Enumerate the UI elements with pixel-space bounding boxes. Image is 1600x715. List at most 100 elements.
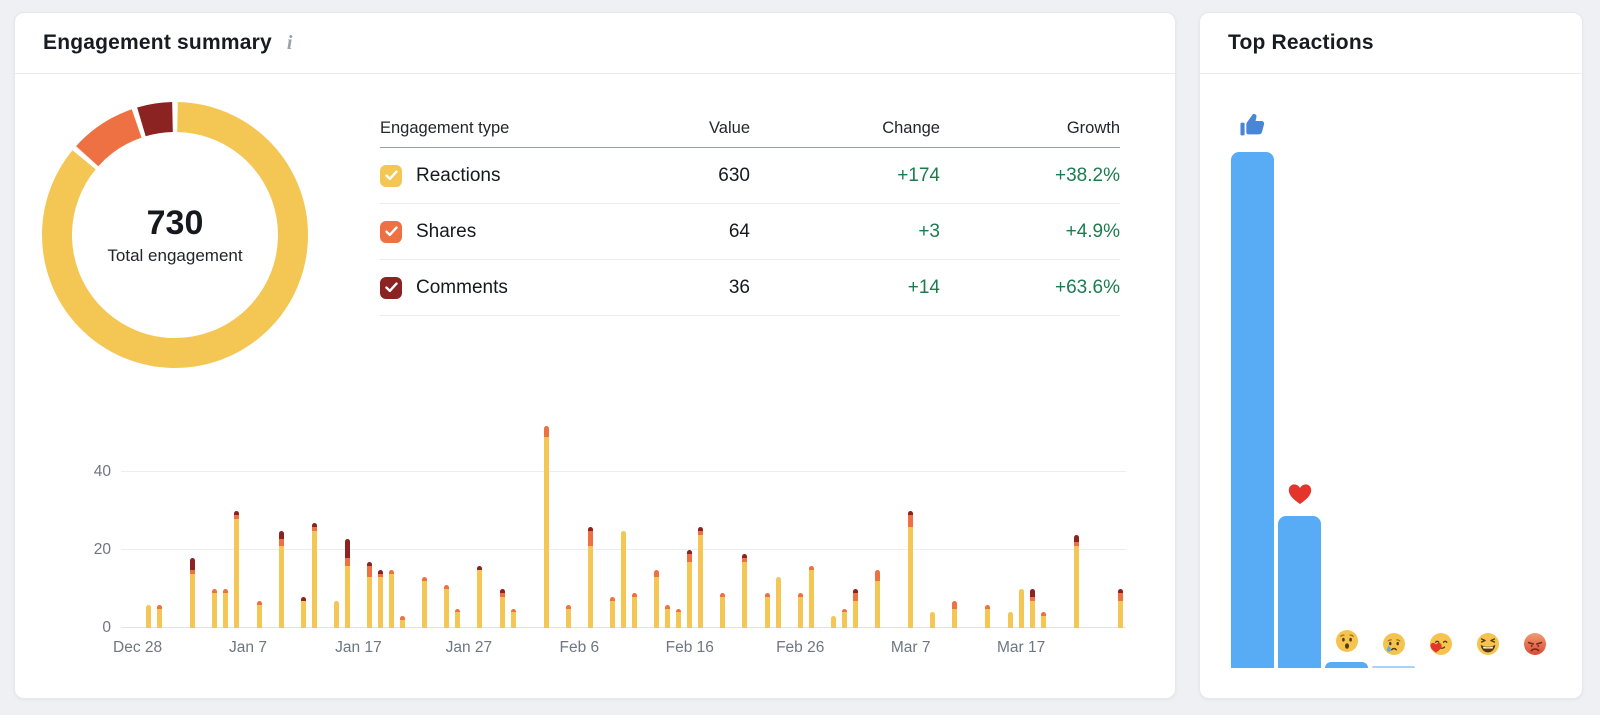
reaction-bar-wow[interactable] [1325, 662, 1368, 668]
sad-emoji-icon [1382, 632, 1406, 656]
bar-segment-reactions [798, 597, 803, 628]
engagement-bar[interactable] [610, 597, 615, 628]
growth-cell: +38.2% [940, 165, 1120, 187]
bar-segment-reactions [588, 546, 593, 628]
engagement-bar[interactable] [212, 589, 217, 628]
reaction-bar-love[interactable] [1278, 516, 1321, 668]
thumbs-up-icon [1237, 109, 1269, 141]
donut-center-text: 730 Total engagement [42, 102, 308, 368]
haha-emoji-icon [1476, 632, 1500, 656]
reaction-bar-like[interactable] [1231, 152, 1274, 668]
daily-engagement-chart[interactable]: 02040Dec 28Jan 7Jan 17Jan 27Feb 6Feb 16F… [121, 414, 1126, 628]
engagement-bar[interactable] [908, 511, 913, 628]
engagement-bar[interactable] [146, 605, 151, 628]
engagement-bar[interactable] [842, 609, 847, 628]
bar-segment-reactions [334, 601, 339, 628]
growth-cell: +63.6% [940, 277, 1120, 299]
y-axis-label: 40 [75, 463, 111, 481]
bar-segment-reactions [544, 437, 549, 628]
engagement-bar[interactable] [985, 605, 990, 628]
engagement-bar[interactable] [720, 593, 725, 628]
bar-segment-reactions [687, 562, 692, 628]
engagement-bar[interactable] [223, 589, 228, 628]
engagement-bar[interactable] [676, 609, 681, 628]
bar-segment-comments [1074, 535, 1079, 543]
engagement-bar[interactable] [1008, 612, 1013, 628]
engagement-bar[interactable] [378, 570, 383, 628]
bar-segment-reactions [477, 570, 482, 628]
engagement-bar[interactable] [1030, 589, 1035, 628]
bar-segment-comments [1030, 589, 1035, 597]
engagement-bar[interactable] [853, 589, 858, 628]
engagement-bar[interactable] [234, 511, 239, 628]
engagement-bar[interactable] [500, 589, 505, 628]
engagement-bar[interactable] [588, 527, 593, 628]
bar-segment-reactions [146, 605, 151, 628]
bar-segment-reactions [632, 597, 637, 628]
engagement-bar[interactable] [621, 531, 626, 628]
bar-segment-reactions [698, 535, 703, 628]
bar-segment-reactions [1019, 589, 1024, 628]
series-label: Reactions [416, 165, 501, 187]
engagement-bar[interactable] [400, 616, 405, 628]
bar-segment-reactions [422, 581, 427, 628]
series-checkbox-reactions[interactable] [380, 165, 402, 187]
engagement-bar[interactable] [698, 527, 703, 628]
bar-segment-reactions [1008, 612, 1013, 628]
engagement-bar[interactable] [1074, 535, 1079, 628]
engagement-bar[interactable] [544, 426, 549, 628]
engagement-bar[interactable] [477, 566, 482, 628]
engagement-bar[interactable] [776, 577, 781, 628]
bar-segment-shares [952, 601, 957, 609]
engagement-bar[interactable] [455, 609, 460, 628]
total-engagement-donut-chart[interactable]: 730 Total engagement [42, 102, 308, 368]
engagement-bar[interactable] [422, 577, 427, 628]
checkmark-icon [385, 282, 398, 293]
engagement-bar[interactable] [798, 593, 803, 628]
engagement-bar[interactable] [809, 566, 814, 628]
engagement-bar[interactable] [665, 605, 670, 628]
engagement-bar[interactable] [312, 523, 317, 628]
engagement-bar[interactable] [742, 554, 747, 628]
bar-segment-comments [345, 539, 350, 558]
engagement-bar[interactable] [765, 593, 770, 628]
reaction-bar-sad[interactable] [1372, 666, 1415, 668]
series-checkbox-shares[interactable] [380, 221, 402, 243]
angry-emoji-icon [1523, 632, 1547, 656]
engagement-bar[interactable] [257, 601, 262, 628]
reactions-card-header: Top Reactions [1200, 13, 1582, 74]
bar-segment-reactions [853, 601, 858, 628]
engagement-bar[interactable] [952, 601, 957, 628]
bar-segment-reactions [930, 612, 935, 628]
engagement-bar[interactable] [930, 612, 935, 628]
engagement-bar[interactable] [687, 550, 692, 628]
engagement-bar[interactable] [444, 585, 449, 628]
engagement-bar[interactable] [654, 570, 659, 628]
bar-segment-reactions [1074, 546, 1079, 628]
bar-segment-reactions [610, 601, 615, 628]
engagement-bar[interactable] [345, 539, 350, 628]
engagement-bar[interactable] [279, 531, 284, 628]
bar-segment-comments [279, 531, 284, 539]
engagement-bar[interactable] [334, 601, 339, 628]
engagement-bar[interactable] [1019, 589, 1024, 628]
engagement-bar[interactable] [831, 616, 836, 628]
engagement-bar[interactable] [301, 597, 306, 628]
bar-segment-reactions [223, 593, 228, 628]
engagement-bar[interactable] [566, 605, 571, 628]
engagement-bar[interactable] [157, 605, 162, 628]
engagement-bar[interactable] [1041, 612, 1046, 628]
engagement-bar[interactable] [1118, 589, 1123, 628]
bar-segment-reactions [742, 562, 747, 628]
bar-segment-reactions [654, 577, 659, 628]
engagement-bar[interactable] [632, 593, 637, 628]
engagement-bar[interactable] [389, 570, 394, 628]
engagement-bar[interactable] [875, 570, 880, 628]
engagement-bar[interactable] [190, 558, 195, 628]
engagement-bar[interactable] [511, 609, 516, 628]
series-checkbox-comments[interactable] [380, 277, 402, 299]
info-icon[interactable]: i [284, 33, 296, 53]
engagement-bar[interactable] [367, 562, 372, 628]
reactions-bar-chart[interactable] [1200, 74, 1582, 698]
x-axis-label: Feb 26 [776, 639, 824, 657]
